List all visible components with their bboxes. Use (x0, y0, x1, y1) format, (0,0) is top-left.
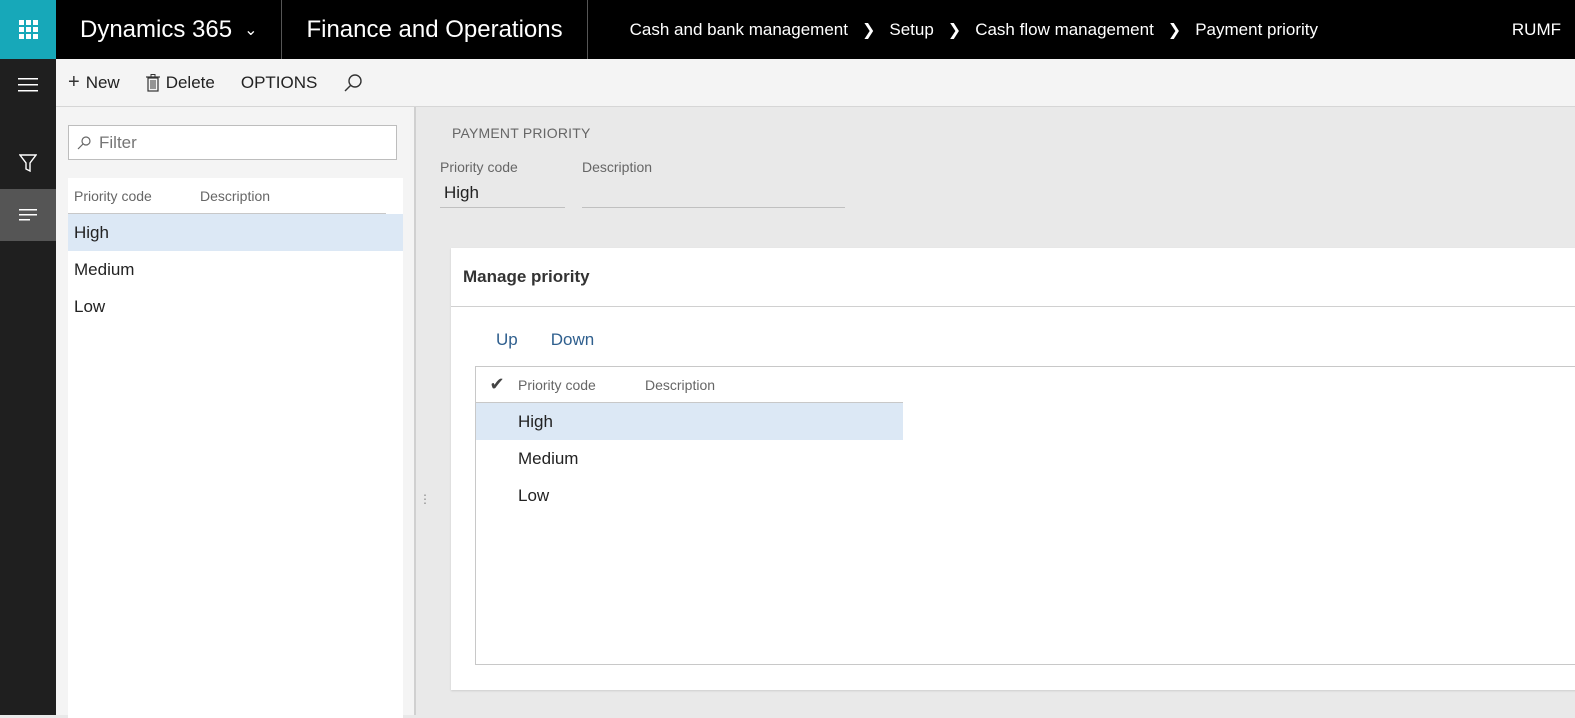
brand-name: Dynamics 365 (80, 15, 233, 43)
breadcrumb-item-cash-bank[interactable]: Cash and bank management (630, 20, 848, 40)
list-item[interactable]: High (68, 214, 403, 251)
down-button[interactable]: Down (551, 330, 594, 350)
breadcrumb-item-setup[interactable]: Setup (889, 20, 933, 40)
priority-list: Priority code Description High Medium Lo… (68, 178, 403, 718)
priority-code-value[interactable]: High (440, 183, 565, 208)
new-label: New (85, 72, 120, 92)
navigation-rail (0, 59, 56, 715)
brand-switcher[interactable]: Dynamics 365 ⌄ (56, 0, 283, 59)
list-item[interactable]: Medium (68, 251, 403, 288)
priority-code-field[interactable]: Priority code High (440, 159, 565, 208)
grid-row[interactable]: Medium (476, 440, 903, 477)
filter-field[interactable] (68, 125, 397, 160)
list-icon (19, 209, 37, 221)
hamburger-icon (18, 78, 38, 92)
company-picker[interactable]: RUMF (1512, 20, 1561, 40)
chevron-down-icon: ⌄ (244, 21, 258, 39)
search-icon (344, 73, 363, 91)
list-item-code: Low (74, 296, 106, 316)
module-name: Finance and Operations (282, 0, 588, 59)
details-pane: PAYMENT PRIORITY Priority code High Desc… (418, 107, 1575, 715)
trash-icon (145, 73, 160, 92)
new-button[interactable]: + New (68, 71, 120, 94)
grid-row[interactable]: Low (476, 477, 903, 514)
column-header-priority-code[interactable]: Priority code (68, 188, 200, 204)
chevron-right-icon: ❯ (1167, 21, 1182, 39)
hamburger-menu-button[interactable] (0, 59, 56, 111)
description-label: Description (582, 159, 653, 175)
action-pane: + New Delete OPTIONS (56, 59, 1575, 107)
filter-input[interactable] (99, 132, 379, 153)
grid-cell-code: High (518, 411, 553, 431)
breadcrumb-item-payment-priority[interactable]: Payment priority (1195, 20, 1318, 40)
filter-pane-button[interactable] (0, 137, 56, 189)
column-header-description[interactable]: Description (200, 188, 270, 204)
app-launcher-button[interactable] (0, 0, 56, 59)
chevron-right-icon: ❯ (947, 21, 962, 39)
grid-header: ✔ Priority code Description (476, 367, 903, 403)
column-header-priority-code[interactable]: Priority code (518, 377, 645, 393)
grid-cell-code: Low (518, 485, 550, 505)
breadcrumb: Cash and bank management ❯ Setup ❯ Cash … (630, 20, 1318, 40)
list-header: Priority code Description (68, 178, 386, 214)
delete-button[interactable]: Delete (145, 72, 215, 93)
list-item-code: High (74, 222, 109, 242)
up-button[interactable]: Up (496, 330, 518, 350)
description-field[interactable]: Description (582, 159, 845, 208)
search-button[interactable] (343, 73, 363, 93)
list-pane: Priority code Description High Medium Lo… (56, 107, 416, 718)
card-actions: Up Down (496, 330, 627, 350)
list-pane-button[interactable] (0, 189, 56, 241)
chevron-right-icon: ❯ (861, 21, 876, 39)
manage-priority-card: Manage priority Up Down ✔ Priority code … (451, 248, 1575, 690)
select-all-checkmark-icon[interactable]: ✔ (476, 374, 518, 395)
options-tab[interactable]: OPTIONS (241, 73, 318, 93)
top-bar: Dynamics 365 ⌄ Finance and Operations Ca… (0, 0, 1575, 59)
list-item-code: Medium (74, 259, 135, 279)
plus-icon: + (68, 71, 80, 93)
card-title: Manage priority (451, 248, 1575, 307)
grid-cell-code: Medium (518, 448, 579, 468)
waffle-icon (18, 20, 38, 39)
grid-row[interactable]: High (476, 403, 903, 440)
column-header-description[interactable]: Description (645, 377, 715, 393)
breadcrumb-item-cash-flow[interactable]: Cash flow management (975, 20, 1154, 40)
priority-code-label: Priority code (440, 159, 518, 175)
description-value[interactable] (582, 183, 845, 208)
search-icon (77, 135, 91, 149)
delete-label: Delete (165, 72, 215, 92)
filter-icon (19, 154, 37, 172)
section-title: PAYMENT PRIORITY (452, 125, 591, 141)
priority-grid: ✔ Priority code Description High Medium … (475, 366, 1575, 665)
list-item[interactable]: Low (68, 288, 403, 325)
